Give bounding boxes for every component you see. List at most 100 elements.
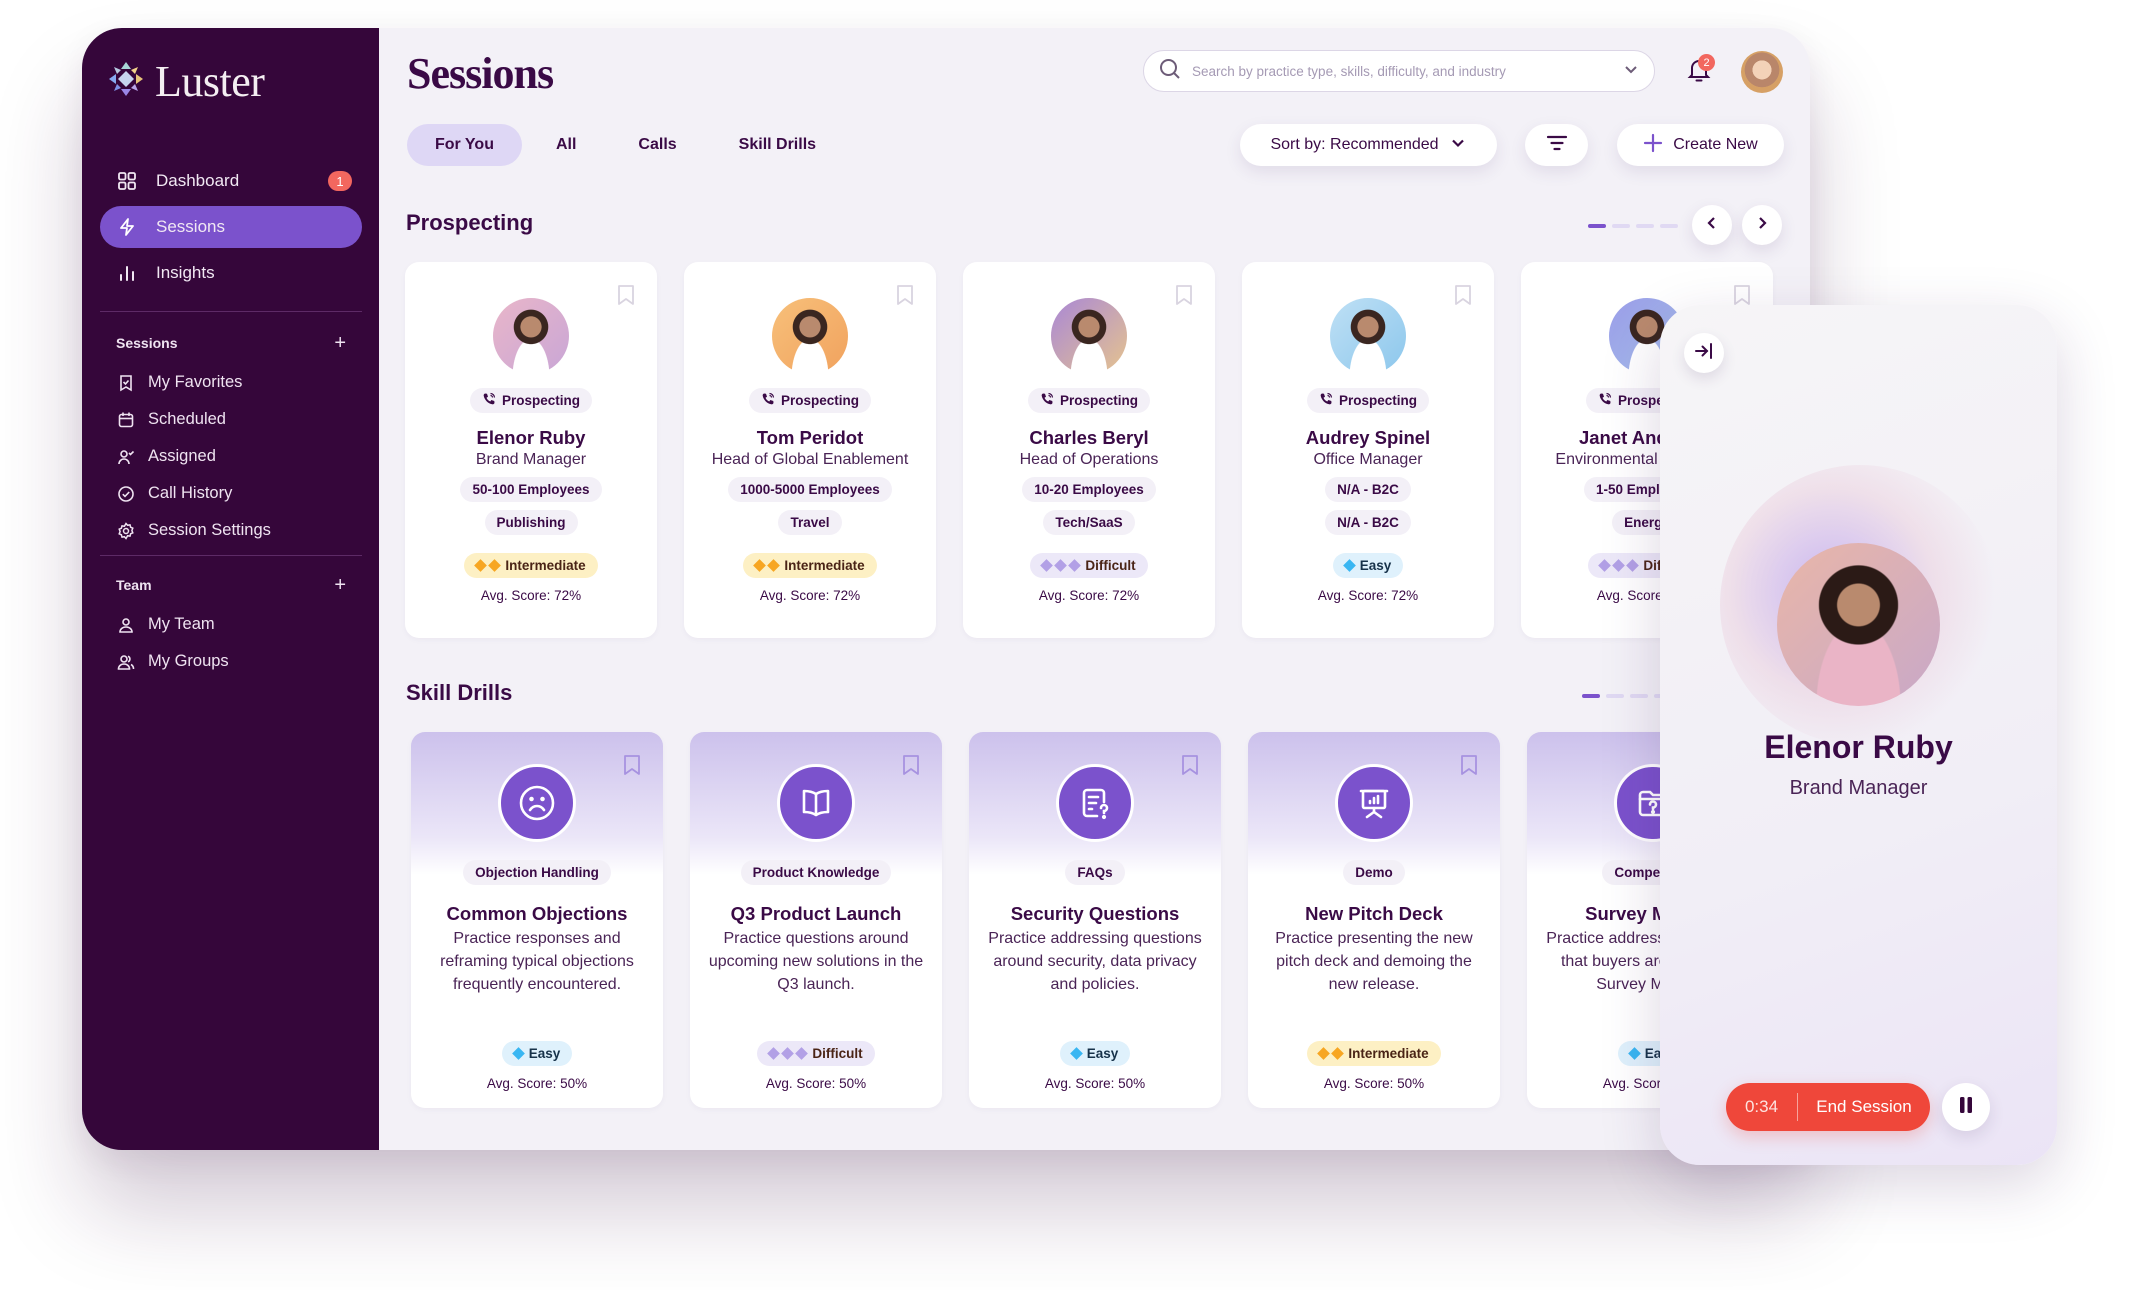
skill-drill-card[interactable]: FAQs Security Questions Practice addressin… [969, 732, 1221, 1108]
tab-skill-drills[interactable]: Skill Drills [711, 124, 844, 166]
persona-card[interactable]: Prospecting Elenor Ruby Brand Manager 50-10… [405, 262, 657, 638]
tab-calls[interactable]: Calls [610, 124, 704, 166]
collapse-panel-button[interactable] [1684, 333, 1724, 373]
bookmark-icon[interactable] [617, 284, 635, 306]
pagination-dot[interactable] [1612, 224, 1630, 228]
check-circle-icon [116, 484, 136, 504]
sort-label: Sort by: Recommended [1270, 136, 1439, 153]
phone-call-icon [1040, 392, 1054, 409]
search-input[interactable] [1192, 63, 1622, 79]
persona-role: Brand Manager [475, 451, 587, 468]
skill-drill-card[interactable]: Objection Handling Common Objections Pract… [411, 732, 663, 1108]
create-new-label: Create New [1673, 136, 1758, 153]
sidebar-item-my-groups[interactable]: My Groups [100, 643, 362, 680]
drill-description: Practice questions around upcoming new s… [708, 930, 924, 993]
drill-description: Practice responses and reframing typical… [440, 930, 634, 993]
sidebar-item-my-team[interactable]: My Team [100, 606, 362, 643]
sidebar-item-assigned[interactable]: Assigned [100, 438, 362, 475]
industry-chip: N/A - B2C [1325, 510, 1411, 535]
difficulty-label: Difficult [1085, 558, 1136, 573]
search-bar[interactable] [1143, 50, 1655, 92]
pagination-dot[interactable] [1582, 694, 1600, 698]
persona-name: Audrey Spinel [1305, 427, 1431, 448]
difficulty-badge: Intermediate [743, 553, 877, 578]
create-new-button[interactable]: Create New [1617, 124, 1784, 166]
category-chip: Demo [1343, 860, 1405, 885]
prospecting-cards: Prospecting Elenor Ruby Brand Manager 50-10… [405, 262, 1773, 638]
bookmark-icon[interactable] [1733, 284, 1751, 306]
sidebar-divider [100, 311, 362, 312]
pause-icon [1958, 1096, 1974, 1119]
diamond-icon [1626, 559, 1640, 572]
prospecting-prev-button[interactable] [1692, 205, 1732, 245]
bookmark-icon[interactable] [1181, 754, 1199, 776]
pagination-dot[interactable] [1606, 694, 1624, 698]
persona-avatar [493, 298, 569, 374]
phone-call-icon [482, 392, 496, 409]
filter-icon [1546, 134, 1568, 157]
sidebar-item-call-history[interactable]: Call History [100, 475, 362, 512]
tab-for-you[interactable]: For You [407, 124, 522, 166]
session-timer: 0:34 [1726, 1093, 1798, 1121]
diamond-icon [1598, 559, 1612, 572]
pagination-dot[interactable] [1660, 224, 1678, 228]
plus-icon [1643, 133, 1663, 158]
phone-call-icon [1319, 392, 1333, 409]
prospecting-next-button[interactable] [1742, 205, 1782, 245]
bookmark-icon[interactable] [1460, 754, 1478, 776]
user-avatar[interactable] [1741, 51, 1783, 93]
add-team-button[interactable]: + [334, 574, 346, 597]
nav-item-sessions[interactable]: Sessions [100, 206, 362, 248]
sort-dropdown[interactable]: Sort by: Recommended [1240, 124, 1497, 166]
company-size-chip: 10-20 Employees [1022, 477, 1156, 502]
skill-drill-card[interactable]: Product Knowledge Q3 Product Launch Practi… [690, 732, 942, 1108]
pagination-dot[interactable] [1636, 224, 1654, 228]
chevron-down-icon[interactable] [1622, 60, 1640, 83]
filter-button[interactable] [1525, 124, 1588, 166]
sidebar-item-scheduled[interactable]: Scheduled [100, 401, 362, 438]
bookmark-icon[interactable] [1454, 284, 1472, 306]
bookmark-icon[interactable] [896, 284, 914, 306]
presentation-icon [1335, 764, 1413, 842]
notification-badge: 2 [1698, 54, 1715, 71]
sidebar-item-my-favorites[interactable]: My Favorites [100, 364, 362, 401]
industry-chip: Publishing [484, 510, 578, 535]
phone-call-icon [1598, 392, 1612, 409]
diamond-icon [781, 1047, 795, 1060]
skill-drill-card[interactable]: Demo New Pitch Deck Practice presenting th… [1248, 732, 1500, 1108]
pagination-dot[interactable] [1630, 694, 1648, 698]
persona-card[interactable]: Prospecting Tom Peridot Head of Global Ena… [684, 262, 936, 638]
tab-all[interactable]: All [528, 124, 604, 166]
bookmark-icon[interactable] [902, 754, 920, 776]
difficulty-diamonds [1627, 1047, 1641, 1060]
sidebar-item-label: Call History [148, 484, 233, 502]
bookmark-check-icon [116, 373, 136, 393]
end-session-button[interactable]: 0:34 End Session [1726, 1083, 1930, 1131]
nav-item-dashboard[interactable]: Dashboard 1 [100, 160, 362, 202]
pagination-dot[interactable] [1588, 224, 1606, 228]
lightning-icon [116, 216, 138, 238]
grid-icon [116, 170, 138, 192]
diamond-icon [795, 1047, 809, 1060]
difficulty-badge: Difficult [757, 1041, 875, 1066]
prospecting-title: Prospecting [406, 210, 534, 235]
tab-bar: For You All Calls Skill Drills [407, 124, 844, 166]
difficulty-diamonds [1040, 559, 1082, 572]
nav-item-insights[interactable]: Insights [100, 252, 362, 294]
notifications-button[interactable]: 2 [1681, 54, 1717, 90]
sidebar-item-session-settings[interactable]: Session Settings [100, 512, 362, 549]
persona-card[interactable]: Prospecting Audrey Spinel Office Manager N/… [1242, 262, 1494, 638]
difficulty-diamonds [511, 1047, 525, 1060]
bookmark-icon[interactable] [1175, 284, 1193, 306]
logo[interactable]: Luster [107, 56, 265, 107]
sidebar-item-label: My Team [148, 615, 215, 633]
drill-title: New Pitch Deck [1305, 903, 1443, 924]
category-chip: FAQs [1065, 860, 1125, 885]
persona-card[interactable]: Prospecting Charles Beryl Head of Operatio… [963, 262, 1215, 638]
difficulty-badge: Intermediate [1307, 1041, 1441, 1066]
bookmark-icon[interactable] [623, 754, 641, 776]
add-session-button[interactable]: + [334, 332, 346, 355]
pause-button[interactable] [1942, 1083, 1990, 1131]
chevron-left-icon [1704, 215, 1720, 236]
page-title: Sessions [407, 49, 554, 98]
